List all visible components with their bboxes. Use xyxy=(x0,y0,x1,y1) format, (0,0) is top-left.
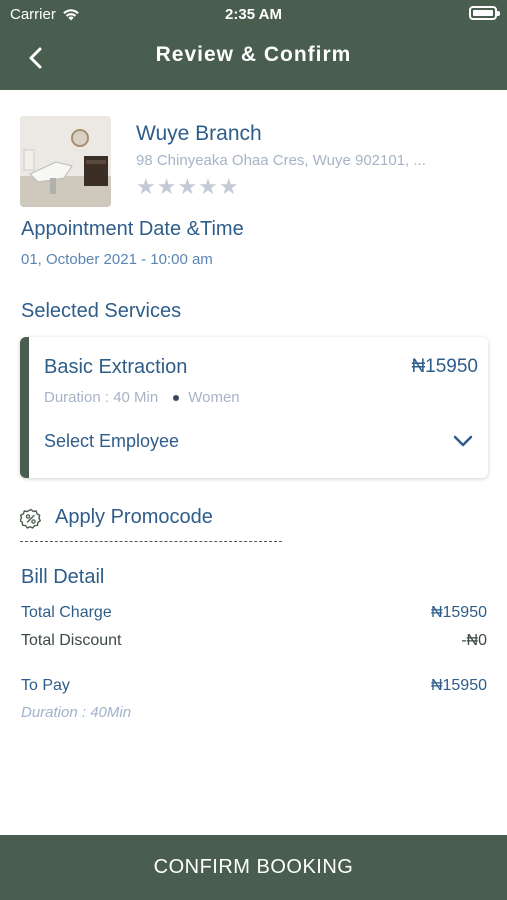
total-charge-value: ₦15950 xyxy=(430,604,487,621)
app-header: Carrier 2:35 AM Review & Confirm xyxy=(0,0,507,90)
branch-name: Wuye Branch xyxy=(136,122,262,145)
services-heading: Selected Services xyxy=(21,300,182,322)
service-duration: Duration : 40 Min xyxy=(44,389,159,406)
apply-promocode-button[interactable]: Apply Promocode xyxy=(20,506,282,542)
bill-heading: Bill Detail xyxy=(21,566,105,588)
status-bar: Carrier 2:35 AM xyxy=(0,0,507,28)
salon-room-image xyxy=(20,116,111,207)
appointment-heading: Appointment Date &Time xyxy=(21,218,244,240)
rating-stars-icon: ★★★★★ xyxy=(136,174,240,199)
promocode-label: Apply Promocode xyxy=(55,506,213,528)
bullet-dot-icon xyxy=(173,394,180,401)
status-time: 2:35 AM xyxy=(225,6,282,23)
total-charge-label: Total Charge xyxy=(21,604,112,621)
bill-duration: Duration : 40Min xyxy=(21,704,132,721)
service-price: ₦15950 xyxy=(411,356,478,377)
appointment-datetime: 01, October 2021 - 10:00 am xyxy=(21,251,213,268)
to-pay-label: To Pay xyxy=(21,677,70,694)
battery-icon xyxy=(469,6,500,20)
total-discount-value: -₦0 xyxy=(461,632,487,649)
chevron-down-icon[interactable] xyxy=(452,433,474,449)
discount-badge-icon xyxy=(20,508,41,529)
card-accent-bar xyxy=(20,337,29,478)
select-employee-label[interactable]: Select Employee xyxy=(44,431,179,452)
total-discount-label: Total Discount xyxy=(21,632,122,649)
service-name: Basic Extraction xyxy=(44,356,188,378)
branch-card: Wuye Branch 98 Chinyeaka Ohaa Cres, Wuye… xyxy=(20,116,490,208)
service-meta: Duration : 40 Min Women xyxy=(44,389,240,406)
confirm-booking-button[interactable]: CONFIRM BOOKING xyxy=(0,835,507,900)
page-title: Review & Confirm xyxy=(155,43,352,66)
branch-photo xyxy=(20,116,111,207)
service-card: Basic Extraction ₦15950 Duration : 40 Mi… xyxy=(20,337,488,478)
branch-address: 98 Chinyeaka Ohaa Cres, Wuye 902101, ... xyxy=(136,152,426,169)
service-gender: Women xyxy=(188,389,240,406)
to-pay-value: ₦15950 xyxy=(430,677,487,694)
